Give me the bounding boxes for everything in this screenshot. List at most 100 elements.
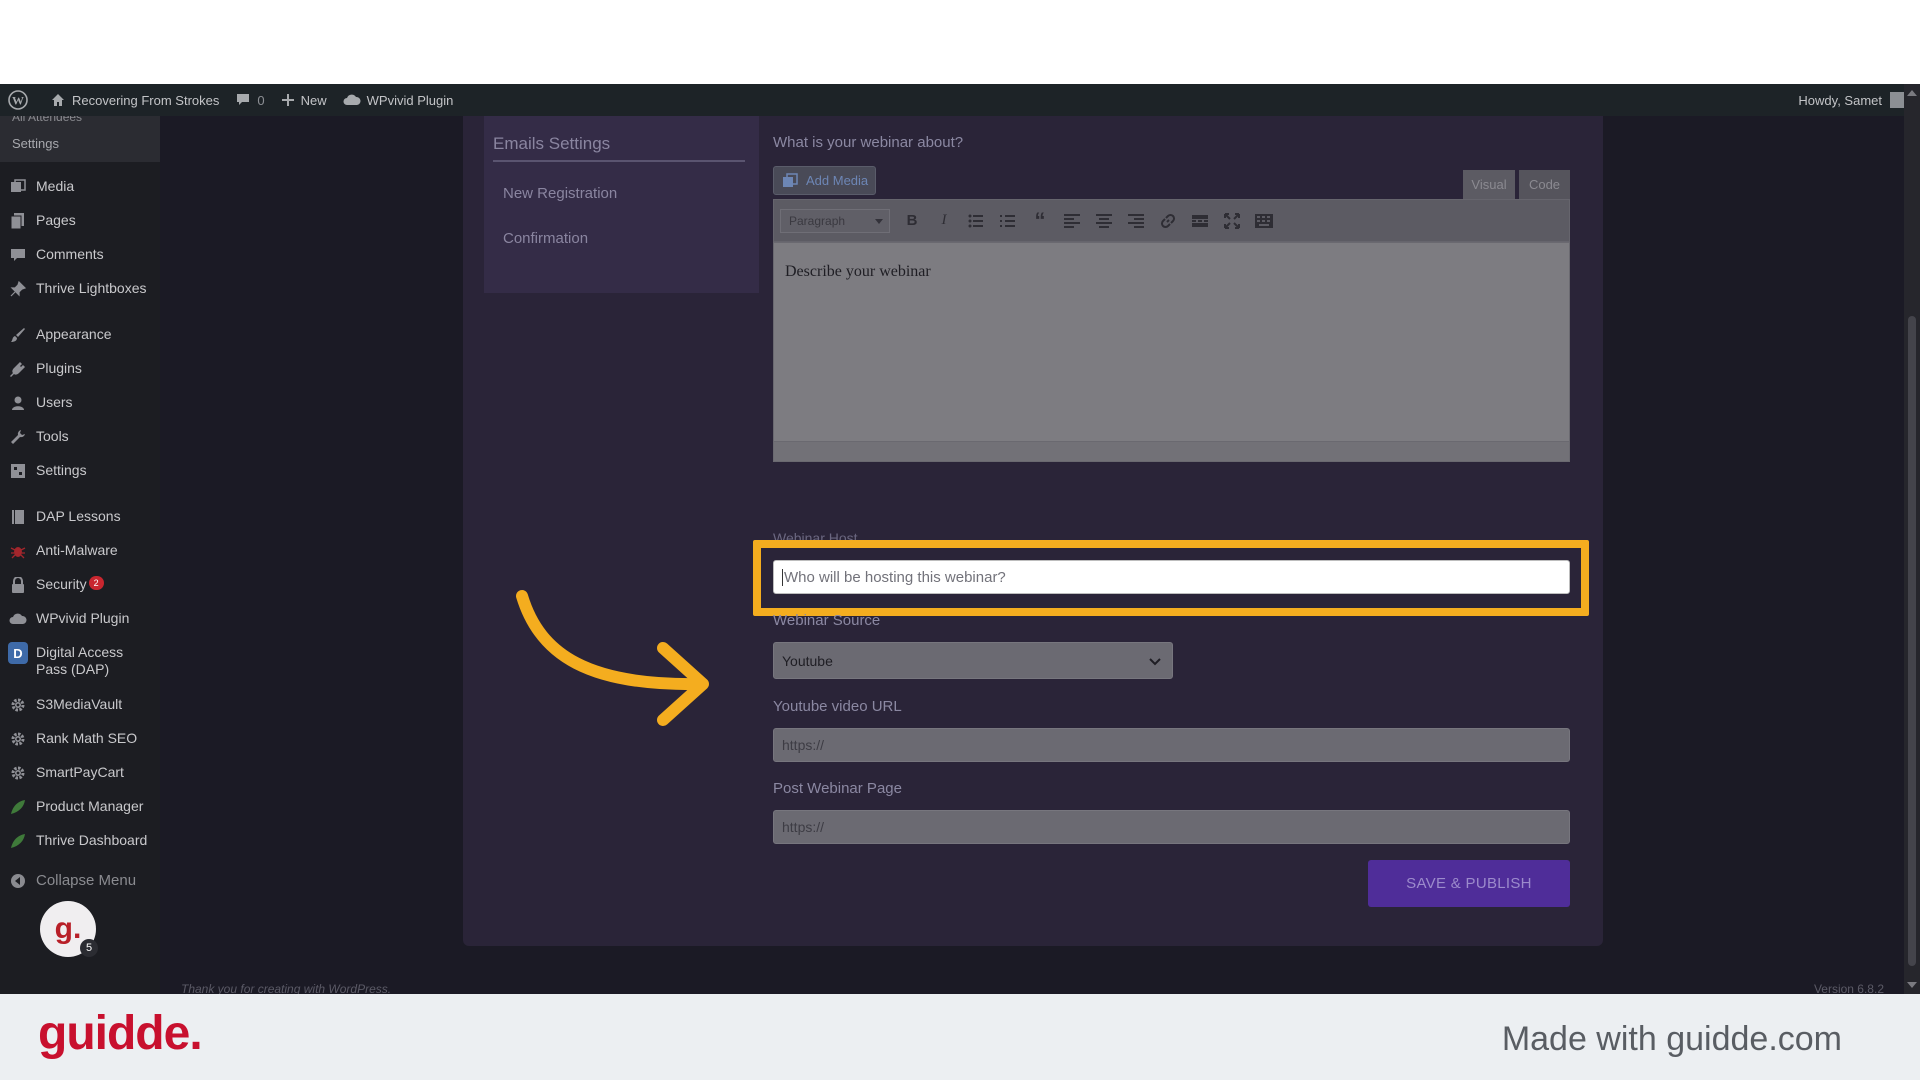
sidebar-item-label: Anti-Malware bbox=[36, 542, 118, 558]
post-webinar-page-label: Post Webinar Page bbox=[773, 780, 902, 797]
gear-icon bbox=[8, 764, 28, 782]
sidebar-item-s3mediavault[interactable]: S3MediaVault bbox=[0, 688, 160, 722]
emails-settings-card: Emails Settings New Registration Confirm… bbox=[484, 116, 759, 293]
sidebar-item-dap-lessons[interactable]: DAP Lessons bbox=[0, 500, 160, 534]
bold-icon[interactable]: B bbox=[896, 206, 928, 236]
webinar-about-label: What is your webinar about? bbox=[773, 134, 964, 151]
bullet-list-icon[interactable] bbox=[960, 206, 992, 236]
toolbar-toggle-icon[interactable] bbox=[1248, 206, 1280, 236]
italic-icon[interactable]: I bbox=[928, 206, 960, 236]
pages-icon bbox=[8, 212, 28, 230]
cloud-icon bbox=[8, 610, 28, 628]
tab-visual[interactable]: Visual bbox=[1463, 170, 1515, 199]
pin-icon bbox=[8, 280, 28, 298]
tab-code[interactable]: Code bbox=[1519, 170, 1570, 199]
sidebar-item-label: Plugins bbox=[36, 360, 82, 376]
sidebar-item-label: Digital Access Pass (DAP) bbox=[36, 644, 124, 677]
fullscreen-icon[interactable] bbox=[1216, 206, 1248, 236]
webinar-form-panel: Emails Settings New Registration Confirm… bbox=[463, 116, 1603, 946]
sidebar-item-label: WPvivid Plugin bbox=[36, 610, 130, 626]
svg-text:W: W bbox=[12, 94, 24, 108]
read-more-icon[interactable] bbox=[1184, 206, 1216, 236]
save-publish-button[interactable]: SAVE & PUBLISH bbox=[1368, 860, 1570, 907]
link-icon[interactable] bbox=[1152, 206, 1184, 236]
new-content-link[interactable]: New bbox=[273, 84, 335, 116]
lock-icon bbox=[8, 576, 28, 594]
numbered-list-icon[interactable] bbox=[992, 206, 1024, 236]
my-account[interactable]: Howdy, Samet bbox=[1798, 92, 1920, 108]
sidebar-item-label: Product Manager bbox=[36, 798, 144, 814]
sidebar-item-anti-malware[interactable]: Anti-Malware bbox=[0, 534, 160, 568]
wpvivid-link[interactable]: WPvivid Plugin bbox=[335, 84, 462, 116]
sidebar-item-smartpaycart[interactable]: SmartPayCart bbox=[0, 756, 160, 790]
guidde-logo: guidde. bbox=[38, 1007, 203, 1060]
submenu-settings[interactable]: Settings bbox=[12, 136, 59, 151]
new-label: New bbox=[300, 92, 327, 108]
sidebar-item-plugins[interactable]: Plugins bbox=[0, 352, 160, 386]
footer-version: Version 6.8.2 bbox=[1813, 982, 1884, 994]
comments-count: 0 bbox=[257, 92, 265, 108]
admin-main: All Attendees Settings Media Pages Comme… bbox=[0, 116, 1920, 994]
home-icon bbox=[52, 94, 64, 106]
sidebar-item-label: Thrive Lightboxes bbox=[36, 280, 147, 296]
sidebar-item-label: Security bbox=[36, 576, 87, 592]
howdy-greeting: Howdy, Samet bbox=[1798, 92, 1882, 108]
sidebar-item-tools[interactable]: Tools bbox=[0, 420, 160, 454]
youtube-url-input[interactable]: https:// bbox=[773, 728, 1570, 762]
gear-icon bbox=[8, 730, 28, 748]
sidebar-item-pages[interactable]: Pages bbox=[0, 204, 160, 238]
sidebar-item-label: Comments bbox=[36, 246, 104, 262]
sidebar-item-thrive-dashboard[interactable]: Thrive Dashboard bbox=[0, 824, 160, 858]
sidebar-item-comments[interactable]: Comments bbox=[0, 238, 160, 272]
sidebar-item-thrive-lightboxes[interactable]: Thrive Lightboxes bbox=[0, 272, 160, 306]
sidebar-item-appearance[interactable]: Appearance bbox=[0, 318, 160, 352]
collapse-menu-label: Collapse Menu bbox=[36, 872, 137, 889]
page-scrollbar[interactable] bbox=[1904, 84, 1920, 994]
submenu-all-attendees[interactable]: All Attendees bbox=[12, 116, 82, 124]
webinar-source-select[interactable]: Youtube bbox=[773, 642, 1173, 679]
admin-sidebar: All Attendees Settings Media Pages Comme… bbox=[0, 116, 160, 994]
add-media-label: Add Media bbox=[806, 173, 869, 188]
footer-thanks: Thank you for creating with WordPress. bbox=[181, 982, 392, 994]
sidebar-item-media[interactable]: Media bbox=[0, 170, 160, 204]
media-upload-icon bbox=[783, 172, 798, 187]
sidebar-item-security[interactable]: Security 2 bbox=[0, 568, 160, 602]
sidebar-item-rank-math[interactable]: Rank Math SEO bbox=[0, 722, 160, 756]
add-media-button[interactable]: Add Media bbox=[773, 166, 876, 195]
align-right-icon[interactable] bbox=[1120, 206, 1152, 236]
security-badge: 2 bbox=[88, 576, 104, 590]
post-webinar-page-input[interactable]: https:// bbox=[773, 810, 1570, 844]
scroll-thumb[interactable] bbox=[1908, 316, 1916, 966]
sidebar-item-wpvivid[interactable]: WPvivid Plugin bbox=[0, 602, 160, 636]
top-margin bbox=[0, 0, 1920, 84]
align-left-icon[interactable] bbox=[1056, 206, 1088, 236]
webinar-host-input[interactable]: Who will be hosting this webinar? bbox=[773, 560, 1570, 594]
sidebar-item-users[interactable]: Users bbox=[0, 386, 160, 420]
plus-icon bbox=[281, 94, 294, 106]
scroll-down-icon[interactable] bbox=[1907, 982, 1917, 988]
sidebar-item-settings[interactable]: Settings bbox=[0, 454, 160, 488]
sidebar-item-product-manager[interactable]: Product Manager bbox=[0, 790, 160, 824]
leaf-icon bbox=[8, 798, 28, 816]
blockquote-icon[interactable]: “ bbox=[1024, 206, 1056, 236]
comment-bubble-icon bbox=[237, 94, 250, 105]
editor-placeholder: Describe your webinar bbox=[785, 263, 931, 280]
webinar-description-editor[interactable]: Describe your webinar bbox=[773, 242, 1570, 462]
guidde-footer-band: guidde. Made with guidde.com bbox=[0, 994, 1920, 1080]
wordpress-logo-icon[interactable]: W bbox=[0, 84, 42, 116]
confirmation-link[interactable]: Confirmation bbox=[503, 230, 588, 247]
sidebar-item-label: Pages bbox=[36, 212, 76, 228]
sidebar-item-label: S3MediaVault bbox=[36, 696, 123, 712]
emails-settings-title: Emails Settings bbox=[493, 134, 745, 162]
plugin-submenu: All Attendees Settings bbox=[0, 116, 160, 162]
new-registration-link[interactable]: New Registration bbox=[503, 185, 617, 202]
sidebar-item-dap[interactable]: D Digital Access Pass (DAP) bbox=[0, 636, 160, 688]
site-name: Recovering From Strokes bbox=[72, 92, 220, 108]
align-center-icon[interactable] bbox=[1088, 206, 1120, 236]
comments-link[interactable]: 0 bbox=[227, 84, 272, 116]
collapse-menu-button[interactable]: Collapse Menu bbox=[0, 858, 160, 892]
scroll-up-icon[interactable] bbox=[1907, 90, 1917, 96]
format-select[interactable]: Paragraph bbox=[780, 208, 890, 233]
site-name-link[interactable]: Recovering From Strokes bbox=[42, 84, 227, 116]
gear-icon bbox=[8, 696, 28, 714]
